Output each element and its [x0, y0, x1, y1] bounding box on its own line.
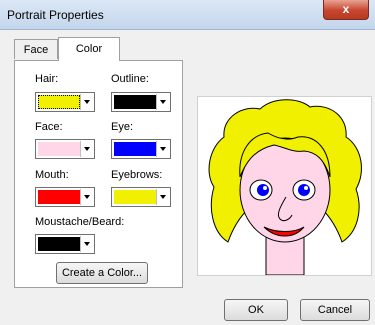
eyebrows-color-dropdown[interactable]: [111, 187, 171, 207]
chevron-down-icon: [80, 141, 93, 157]
face-color-swatch: [38, 142, 80, 156]
tab-face[interactable]: Face: [14, 39, 58, 59]
outline-label: Outline:: [111, 73, 149, 85]
chevron-down-icon: [80, 189, 93, 205]
eye-color-swatch: [114, 142, 156, 156]
eyebrows-label: Eyebrows:: [111, 169, 163, 181]
outline-color-dropdown[interactable]: [111, 92, 171, 112]
outline-color-swatch: [114, 95, 156, 109]
cancel-button[interactable]: Cancel: [300, 299, 370, 321]
eye-label: Eye:: [111, 121, 134, 133]
portrait-preview: [197, 96, 372, 276]
chevron-down-icon: [156, 141, 169, 157]
chevron-down-icon: [80, 236, 93, 252]
mouth-label: Mouth:: [35, 169, 69, 181]
right-eye-iris: [298, 184, 310, 196]
window-title: Portrait Properties: [7, 8, 104, 22]
moustache-color-swatch: [38, 237, 80, 251]
create-color-button[interactable]: Create a Color...: [56, 262, 148, 284]
hair-label: Hair:: [35, 73, 59, 85]
color-panel: Hair: Outline: Face: Eye: Mouth: Eyebrow…: [14, 60, 183, 288]
ok-button[interactable]: OK: [224, 299, 288, 321]
mouth-color-swatch: [38, 190, 80, 204]
eye-color-dropdown[interactable]: [111, 139, 171, 159]
face-color-dropdown[interactable]: [35, 139, 95, 159]
left-eye-highlight: [263, 186, 267, 190]
face-label: Face:: [35, 121, 63, 133]
title-bar: Portrait Properties x: [0, 0, 375, 30]
close-button[interactable]: x: [323, 0, 369, 20]
hair-color-dropdown[interactable]: [35, 92, 95, 112]
tab-color[interactable]: Color: [58, 37, 120, 61]
chevron-down-icon: [80, 94, 93, 110]
right-eye-highlight: [304, 186, 308, 190]
moustache-color-dropdown[interactable]: [35, 234, 95, 254]
portrait-image: [208, 99, 362, 275]
mouth-color-dropdown[interactable]: [35, 187, 95, 207]
eyebrows-color-swatch: [114, 190, 156, 204]
close-icon: x: [342, 2, 350, 16]
chevron-down-icon: [156, 189, 169, 205]
left-eye-iris: [257, 184, 269, 196]
moustache-label: Moustache/Beard:: [35, 216, 125, 228]
chevron-down-icon: [156, 94, 169, 110]
hair-color-swatch: [38, 95, 80, 109]
